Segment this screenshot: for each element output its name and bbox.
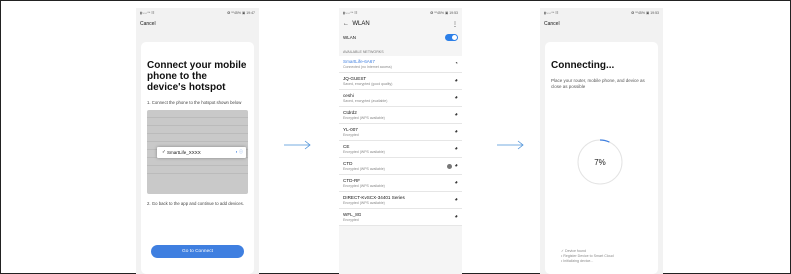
- wifi-signal-icon: ◕: [454, 180, 458, 186]
- instruction-card: Connect your mobile phone to the device'…: [141, 42, 254, 274]
- wifi-signal-icon: ◕: [454, 197, 458, 203]
- status-bar: ▮◦ᵢₗ ᵢₗ ⁸⁶ ☷ ✪ ⁰⁰45% ▣ 19:53: [339, 8, 462, 18]
- status-left: ▮◦ᵢₗ ᵢₗ ⁸⁶ ☷: [544, 11, 559, 15]
- page-title: Connect your mobile phone to the device'…: [147, 60, 247, 93]
- network-item[interactable]: Ctdrd2 Encrypted (WPS available) ◕: [339, 107, 462, 124]
- wlan-toggle-row: WLAN: [339, 30, 462, 44]
- cancel-button[interactable]: Cancel: [544, 21, 560, 27]
- step-one-text: 1. Connect the phone to the hotspot show…: [147, 100, 242, 105]
- go-to-connect-button[interactable]: Go to Connect: [151, 245, 244, 258]
- wifi-settings-illustration: ✓ SmartLife_XXXX ◗ ⓘ: [147, 109, 248, 194]
- status-left: ▮◦ᵢₗ ᵢₗ ⁸⁶ ☷: [140, 11, 155, 15]
- network-status: Connected (no Internet access): [343, 64, 392, 69]
- network-details-icon[interactable]: [447, 163, 453, 169]
- network-item[interactable]: DIRECT-KvSCX-34401 Series Encrypted (WPS …: [339, 192, 462, 209]
- network-status: Encrypted: [343, 132, 359, 137]
- network-item[interactable]: ceshi Saved, encrypted (available) ◕: [339, 90, 462, 107]
- wifi-signal-icon: ◕: [454, 112, 458, 118]
- network-name: YL-007: [343, 127, 358, 132]
- network-status: Encrypted (WPS available): [343, 166, 385, 171]
- phone-screen-hotspot: ▮◦ᵢₗ ᵢₗ ⁸⁶ ☷ ✪ ⁰⁰45% ▣ 19:47 Cancel Conn…: [136, 8, 259, 274]
- wifi-signal-icon: ◕: [454, 78, 458, 84]
- network-status: Encrypted: [343, 217, 359, 222]
- step-two-text: 2. Go back to the app and continue to ad…: [147, 200, 244, 206]
- phone-screen-connecting: ▮◦ᵢₗ ᵢₗ ⁸⁶ ☷ ✪ ⁰⁰45% ▣ 19:53 Cancel Conn…: [540, 8, 663, 274]
- hotspot-highlight: ✓ SmartLife_XXXX ◗ ⓘ: [157, 146, 246, 158]
- network-item[interactable]: CTD Encrypted (WPS available) ◕: [339, 158, 462, 175]
- network-status: Encrypted (WPS available): [343, 200, 385, 205]
- status-right: ✪ ⁰⁰45% ▣ 19:47: [227, 11, 255, 15]
- wifi-signal-icon: ◔: [454, 61, 458, 67]
- wifi-info-icon: ◗ ⓘ: [235, 149, 243, 154]
- status-bar: ▮◦ᵢₗ ᵢₗ ⁸⁶ ☷ ✪ ⁰⁰45% ▣ 19:47: [136, 8, 259, 18]
- network-status: Encrypted (WPS available): [343, 183, 385, 188]
- hotspot-name: SmartLife_XXXX: [167, 149, 201, 155]
- wifi-signal-icon: ◕: [454, 95, 458, 101]
- progress-percent: 7%: [594, 157, 606, 167]
- wifi-signal-icon: ◕: [454, 163, 458, 169]
- network-item[interactable]: CTD-RF Encrypted (WPS available) ◕: [339, 175, 462, 192]
- status-bar: ▮◦ᵢₗ ᵢₗ ⁸⁶ ☷ ✪ ⁰⁰45% ▣ 19:53: [540, 8, 663, 18]
- status-left: ▮◦ᵢₗ ᵢₗ ⁸⁶ ☷: [343, 11, 358, 15]
- network-item[interactable]: SmartLife-6A67 Connected (no Internet acc…: [339, 56, 462, 73]
- placement-hint: Place your router, mobile phone, and dev…: [551, 78, 645, 89]
- network-item[interactable]: WFL_8G Encrypted ◕: [339, 209, 462, 226]
- section-header: AVAILABLE NETWORKS: [343, 50, 384, 54]
- status-right: ✪ ⁰⁰45% ▣ 19:53: [631, 11, 659, 15]
- back-arrow-icon[interactable]: ←: [343, 21, 352, 27]
- page-title: Connecting...: [551, 60, 615, 71]
- network-name: WFL_8G: [343, 212, 362, 217]
- wlan-toggle[interactable]: [445, 33, 458, 41]
- network-item[interactable]: JQ-GUEST Saved, encrypted (good quality) ◕: [339, 73, 462, 90]
- network-item[interactable]: YL-007 Encrypted ◕: [339, 124, 462, 141]
- arrow-right-icon: [284, 140, 311, 150]
- wifi-signal-icon: ◕: [454, 129, 458, 135]
- network-status: Saved, encrypted (good quality): [343, 81, 393, 86]
- status-right: ✪ ⁰⁰45% ▣ 19:53: [430, 11, 458, 15]
- step-initializing: • Initializing device...: [561, 259, 594, 263]
- network-name: DIRECT-KvSCX-34401 Series: [343, 195, 405, 200]
- page-title: WLAN: [352, 21, 370, 27]
- arrow-right-icon: [497, 140, 524, 150]
- network-list: SmartLife-6A67 Connected (no Internet acc…: [339, 56, 462, 226]
- progress-steps: ✓ Device found • Register Device to Smar…: [561, 249, 614, 264]
- wlan-label: WLAN: [343, 34, 357, 40]
- cancel-button[interactable]: Cancel: [140, 21, 156, 27]
- wifi-signal-icon: ◕: [454, 146, 458, 152]
- network-status: Saved, encrypted (available): [343, 98, 388, 103]
- connecting-card: Connecting... Place your router, mobile …: [545, 42, 658, 274]
- network-status: Encrypted (WPS available): [343, 115, 385, 120]
- phone-screen-wlan: ▮◦ᵢₗ ᵢₗ ⁸⁶ ☷ ✪ ⁰⁰45% ▣ 19:53 ← WLAN ⋮ WL…: [339, 8, 462, 274]
- network-item[interactable]: CE Encrypted (WPS available) ◕: [339, 141, 462, 158]
- network-status: Encrypted (WPS available): [343, 149, 385, 154]
- more-options-icon[interactable]: ⋮: [452, 21, 458, 28]
- wifi-signal-icon: ◕: [454, 214, 458, 220]
